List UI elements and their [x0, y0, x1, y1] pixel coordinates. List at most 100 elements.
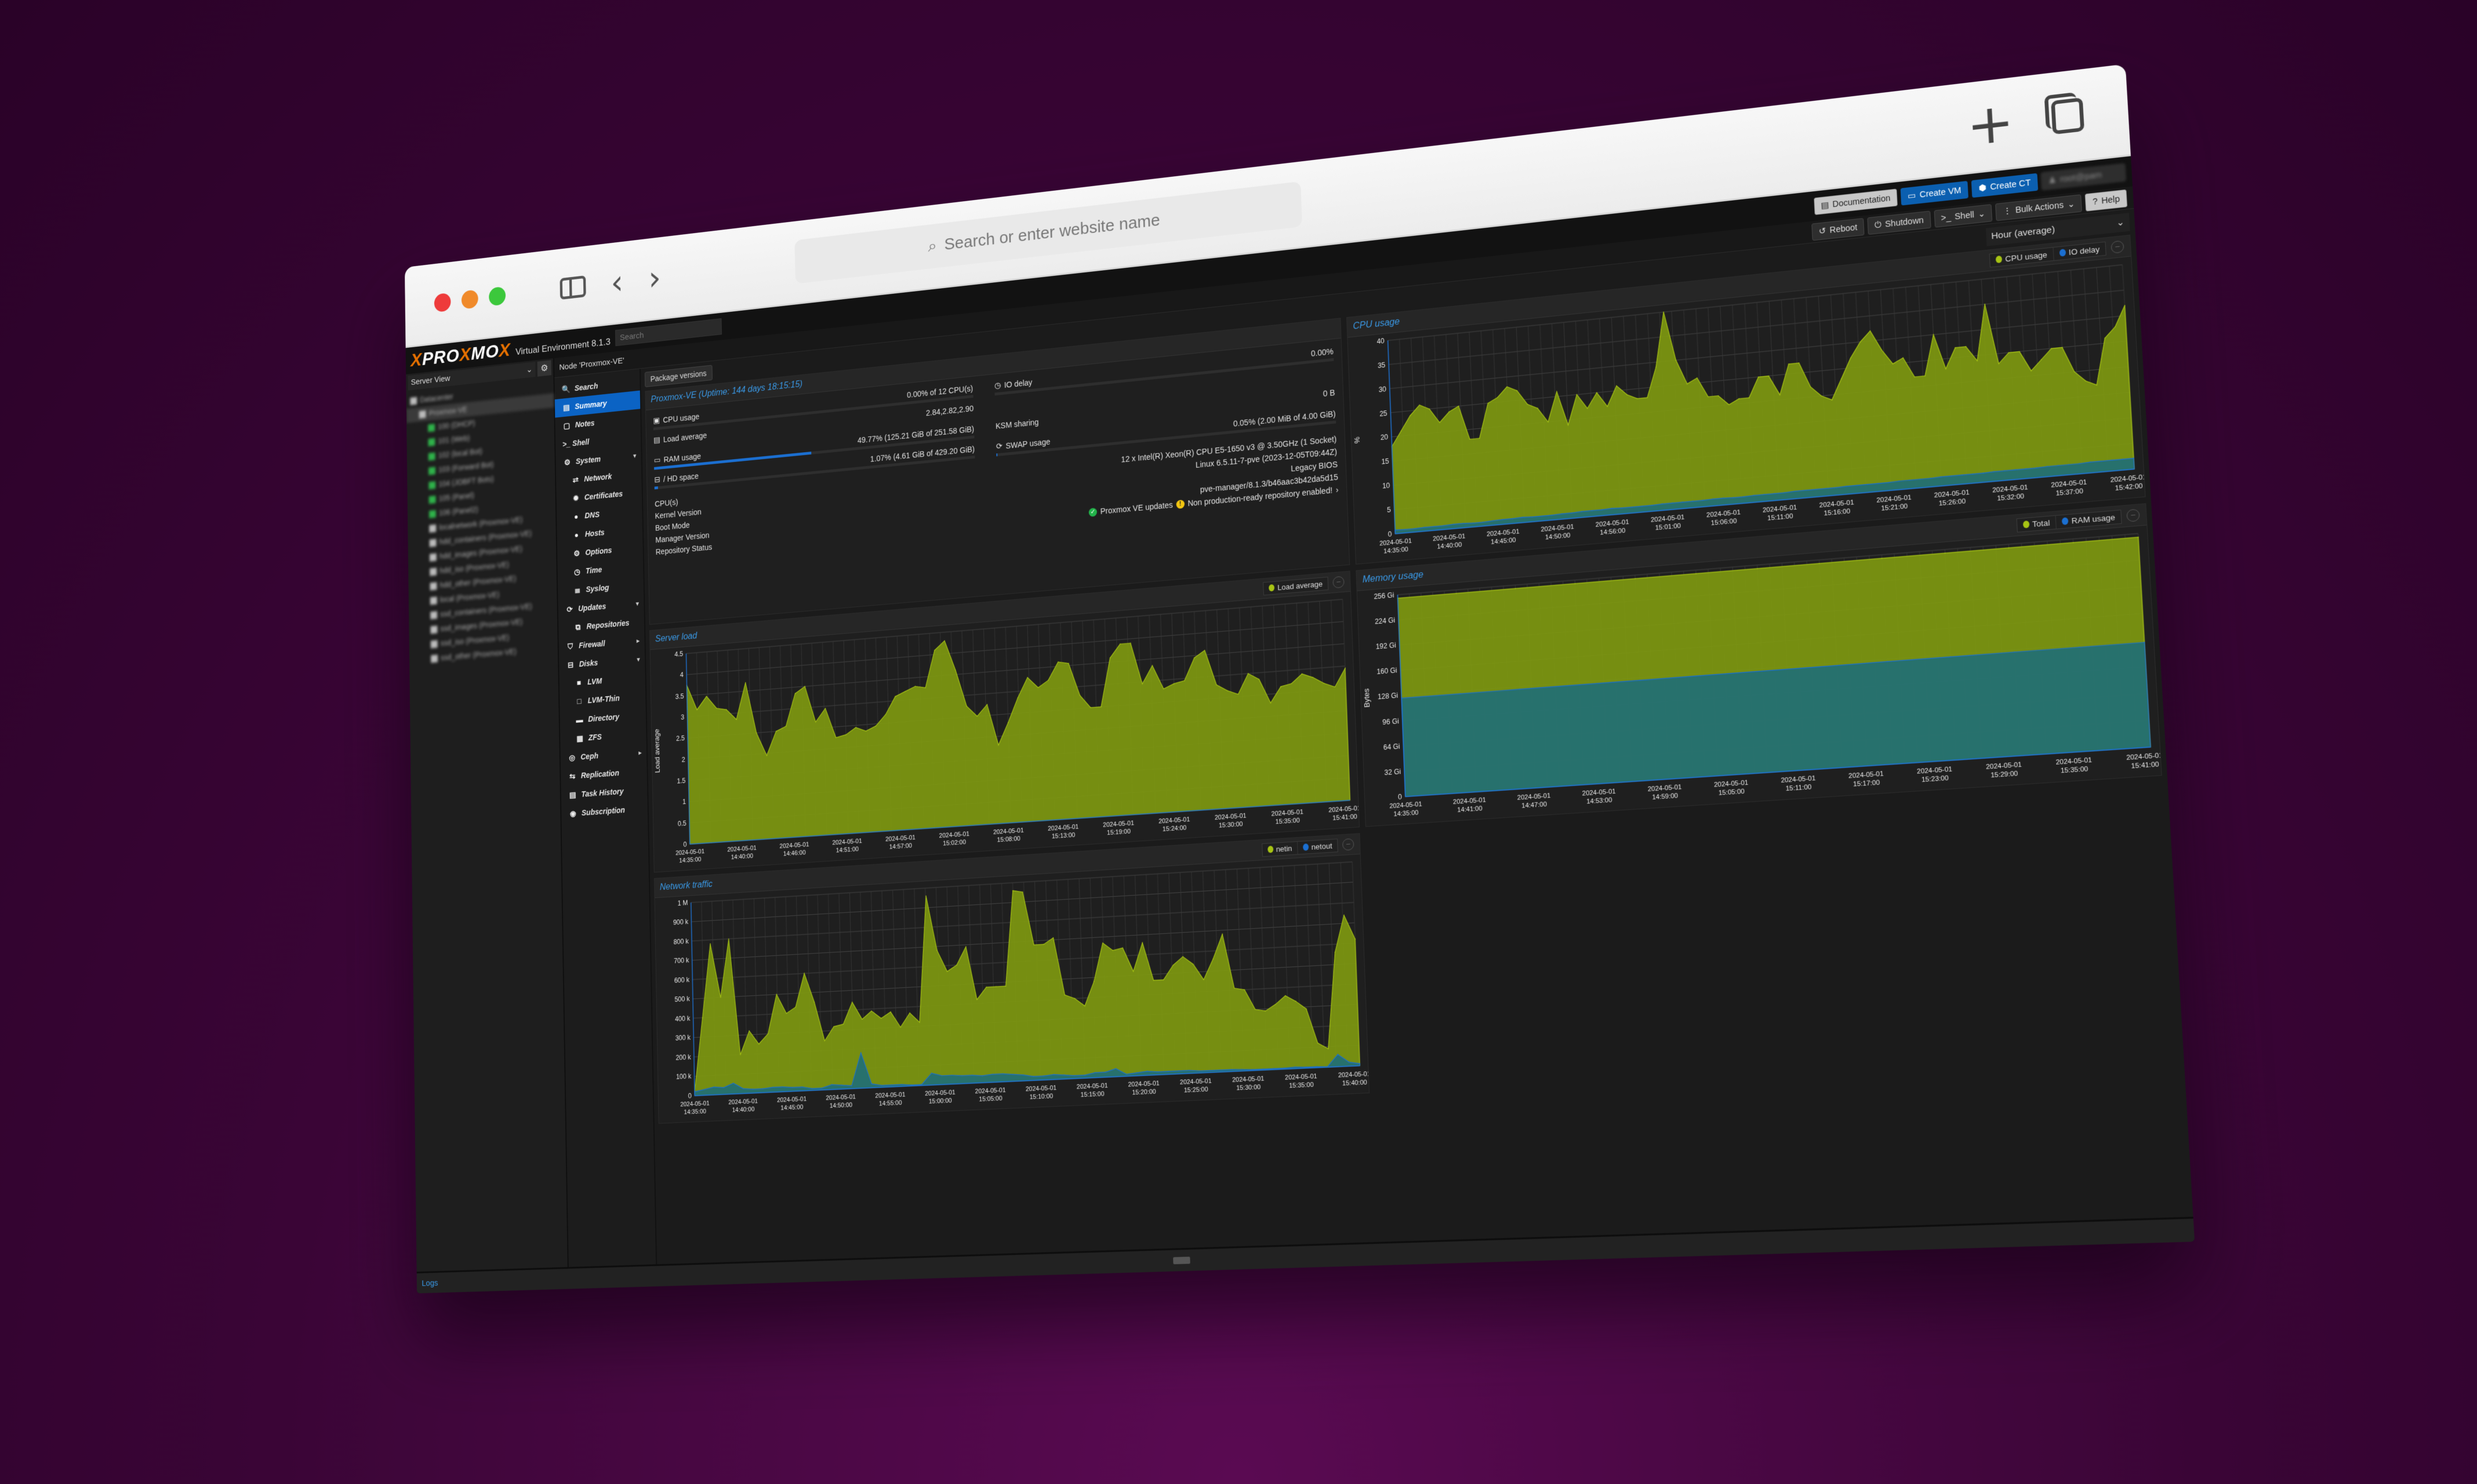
- x-tick-time: 14:47:00: [1521, 801, 1547, 809]
- forward-icon[interactable]: ›: [648, 257, 662, 298]
- ceph-icon: ◎: [569, 752, 576, 762]
- collapse-icon[interactable]: –: [2111, 240, 2124, 254]
- help-button[interactable]: ? Help: [2085, 189, 2127, 212]
- x-tick-label: 2024-05-0115:21:00: [1876, 494, 1912, 512]
- caret-down-icon: ▾: [633, 452, 637, 460]
- x-tick-time: 15:40:00: [1342, 1079, 1367, 1087]
- x-tick-label: 2024-05-0115:41:00: [1328, 805, 1359, 822]
- back-icon[interactable]: ‹: [611, 262, 624, 303]
- legend-item-netin[interactable]: netin: [1262, 842, 1298, 856]
- node-menu: 🔍 Search ▤ Summary ▢ Notes >_ Shell ⚙ System ▾ ⇄ Ne…: [554, 369, 658, 1267]
- notes-icon: ▢: [563, 420, 571, 430]
- close-window-button[interactable]: [434, 292, 451, 313]
- collapse-icon[interactable]: –: [1332, 576, 1345, 589]
- create-ct-button[interactable]: ⬢ Create CT: [1971, 173, 2039, 198]
- user-menu-button[interactable]: ♟ root@pam: [2040, 163, 2126, 190]
- x-tick-date: 2024-05-01: [680, 1100, 710, 1108]
- x-tick-label: 2024-05-0115:16:00: [1819, 499, 1854, 518]
- x-tick-time: 15:15:00: [1080, 1090, 1104, 1099]
- collapse-icon[interactable]: –: [2126, 508, 2140, 522]
- legend-item-ram-usage[interactable]: RAM usage: [2055, 510, 2122, 529]
- reboot-button[interactable]: ↺ Reboot: [1811, 217, 1865, 241]
- content-area: Node 'Proxmox-VE' ↺ Reboot ⏻ Shutdown >_ Sh…: [554, 186, 2193, 1267]
- x-tick-label: 2024-05-0115:23:00: [1917, 766, 1953, 784]
- network-chart-svg: 0 100 k 200 k 300 k 400 k 500 k 600 k 700 k 800 …: [673, 854, 1369, 1116]
- logs-resize-handle[interactable]: [1172, 1256, 1190, 1264]
- legend-item-io-delay[interactable]: IO delay: [2052, 242, 2106, 260]
- x-tick-date: 2024-05-01: [1180, 1078, 1212, 1086]
- tabs-overview-icon[interactable]: [2051, 97, 2084, 135]
- vm-running-icon: [428, 510, 436, 518]
- menu-item-label: Time: [585, 565, 602, 576]
- server-load-panel: Server load Load average – 0 0.5 1 1.5 2 2.5 3…: [649, 570, 1360, 873]
- sidebar-toggle-icon[interactable]: [560, 275, 586, 300]
- x-tick-time: 15:19:00: [1107, 828, 1131, 836]
- x-tick-label: 2024-05-0114:45:00: [1487, 528, 1520, 546]
- y-tick-label: 100 k: [676, 1072, 692, 1081]
- y-tick-label: 800 k: [673, 937, 688, 946]
- logo-pro: PRO: [422, 344, 460, 369]
- x-tick-time: 14:40:00: [732, 1106, 755, 1114]
- pve-body: Server View ⌄ ⚙ Datacenter Proxmox-VE 100 (…: [406, 186, 2193, 1272]
- y-tick-label: 0: [688, 1092, 692, 1100]
- x-tick-time: 15:16:00: [1824, 508, 1850, 518]
- x-tick-label: 2024-05-0115:35:00: [2055, 756, 2093, 775]
- x-tick-label: 2024-05-0115:29:00: [1986, 761, 2022, 780]
- legend-item-cpu-usage[interactable]: CPU usage: [1990, 248, 2053, 267]
- x-tick-date: 2024-05-01: [993, 827, 1024, 836]
- memory-icon: ▭: [653, 455, 661, 465]
- y-tick-label: 64 Gi: [1383, 742, 1400, 751]
- x-tick-date: 2024-05-01: [1285, 1073, 1317, 1082]
- cpu-icon: ▣: [653, 415, 660, 425]
- minimize-window-button[interactable]: [461, 289, 478, 310]
- help-icon: ?: [2092, 196, 2098, 207]
- x-tick-time: 15:42:00: [2115, 482, 2143, 492]
- workarea: 🔍 Search ▤ Summary ▢ Notes >_ Shell ⚙ System ▾ ⇄ Ne…: [554, 209, 2193, 1267]
- plus-icon[interactable]: +: [1965, 90, 2015, 158]
- menu-item-label: Subscription: [581, 805, 625, 817]
- y-tick-label: 35: [1378, 361, 1386, 369]
- ksm-sharing-value: 0 B: [1323, 388, 1335, 398]
- caret-down-icon: ▾: [637, 656, 640, 663]
- x-tick-label: 2024-05-0115:00:00: [925, 1089, 956, 1105]
- y-tick-label: 600 k: [674, 976, 689, 984]
- legend-item-netout[interactable]: netout: [1296, 839, 1338, 854]
- legend-item-load-average[interactable]: Load average: [1264, 577, 1328, 594]
- legend-item-total[interactable]: Total: [2017, 515, 2056, 532]
- x-tick-date: 2024-05-01: [1128, 1080, 1160, 1089]
- package-versions-button[interactable]: Package versions: [644, 365, 713, 388]
- x-tick-date: 2024-05-01: [1714, 779, 1749, 789]
- create-vm-button[interactable]: ▭ Create VM: [1900, 180, 1969, 206]
- hd-space-label: / HD space: [663, 471, 699, 483]
- syslog-icon: ≣: [574, 585, 580, 595]
- system-icon: ⚙: [564, 457, 571, 467]
- gear-icon[interactable]: ⚙: [537, 360, 551, 377]
- chart-title: CPU usage: [1353, 317, 1400, 332]
- x-tick-time: 15:00:00: [929, 1097, 952, 1105]
- x-tick-label: 2024-05-0115:05:00: [975, 1087, 1007, 1103]
- documentation-label: Documentation: [1832, 192, 1891, 209]
- x-tick-time: 15:41:00: [1332, 813, 1357, 822]
- x-tick-time: 15:35:00: [2060, 765, 2088, 774]
- x-tick-time: 14:41:00: [1457, 805, 1483, 814]
- legend-dot: [1302, 843, 1309, 851]
- x-tick-date: 2024-05-01: [675, 848, 704, 857]
- subscription-icon: ◉: [569, 808, 576, 818]
- summary-grid: Proxmox-VE (Uptime: 144 days 18:15:15) ▣…: [645, 234, 2188, 1264]
- x-tick-time: 15:32:00: [1997, 493, 2024, 503]
- time-icon: ◷: [573, 566, 580, 576]
- help-label: Help: [2101, 194, 2120, 206]
- x-tick-date: 2024-05-01: [832, 838, 862, 846]
- io-delay-value: 0.00%: [1310, 346, 1334, 358]
- documentation-button[interactable]: ▤ Documentation: [1813, 188, 1898, 215]
- x-tick-time: 15:30:00: [1236, 1083, 1261, 1092]
- dns-icon: ●: [573, 512, 579, 521]
- menu-item-label: Updates: [578, 602, 606, 613]
- menu-item-label: Options: [585, 545, 612, 557]
- more-vertical-icon: ⋮: [2002, 205, 2012, 216]
- shell-button[interactable]: >_ Shell ⌄: [1933, 203, 1993, 228]
- x-tick-time: 15:21:00: [1881, 503, 1908, 512]
- collapse-icon[interactable]: –: [1342, 838, 1354, 851]
- maximize-window-button[interactable]: [488, 286, 506, 307]
- x-tick-label: 2024-05-0115:30:00: [1232, 1075, 1265, 1092]
